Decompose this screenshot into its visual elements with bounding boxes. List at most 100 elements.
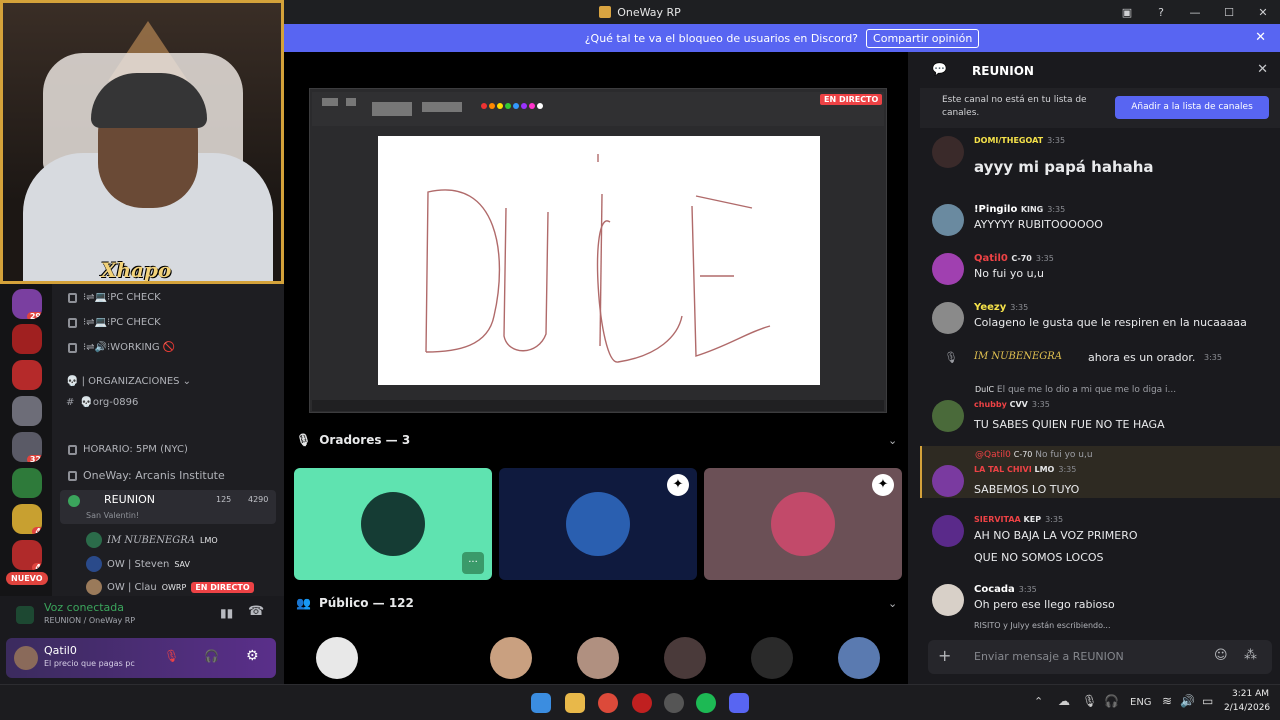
reply-preview[interactable]: @Qatil0 C-70 No fui yo u,u — [975, 450, 1093, 460]
audience-avatar[interactable] — [403, 637, 445, 679]
message-author[interactable]: Qatil0 C-70 3:35 — [974, 253, 1054, 264]
clock-time[interactable]: 3:21 AM — [1232, 689, 1269, 699]
add-attachment-icon[interactable]: + — [938, 646, 951, 665]
voice-user[interactable]: OW | Steven SAV — [86, 556, 190, 572]
headset-tray-icon[interactable]: 🎧 — [1104, 694, 1119, 708]
audience-avatar[interactable] — [664, 637, 706, 679]
share-feedback-button[interactable]: Compartir opinión — [866, 28, 980, 48]
avatar[interactable] — [932, 302, 964, 334]
banner-close-icon[interactable]: ✕ — [1255, 30, 1266, 45]
paint-canvas[interactable] — [378, 136, 820, 385]
file-explorer-icon[interactable] — [565, 693, 585, 713]
message-author[interactable]: LA TAL CHIVI LMO 3:35 — [974, 465, 1076, 474]
speakers-title: Oradores — 3 — [319, 433, 411, 447]
avatar — [86, 556, 102, 572]
reply-preview[interactable]: DulC El que me lo dio a mi que me lo dig… — [975, 385, 1176, 395]
cloud-icon[interactable]: ☁ — [1058, 694, 1070, 708]
settings-gear-icon[interactable]: ⚙ — [246, 648, 259, 664]
chevron-up-icon[interactable]: ⌃ — [1034, 695, 1043, 708]
system-user[interactable]: IM NUBENEGRA — [974, 351, 1062, 362]
channel-arcanis[interactable]: OneWay: Arcanis Institute — [68, 469, 225, 482]
category-organizaciones[interactable]: 💀 | ORGANIZACIONES ⌄ — [66, 376, 191, 387]
speaker-tile[interactable]: ··· — [294, 468, 492, 580]
chevron-down-icon[interactable]: ⌄ — [888, 597, 897, 610]
message-author[interactable]: chubby CVV 3:35 — [974, 400, 1050, 409]
speakers-header[interactable]: 🎙 Oradores — 3 — [296, 433, 410, 447]
help-icon[interactable]: ? — [1144, 6, 1178, 19]
server-icon[interactable]: 4 — [12, 504, 42, 534]
voice-user[interactable]: IM NUBENEGRA LMO — [86, 532, 218, 548]
chevron-down-icon[interactable]: ⌄ — [888, 434, 897, 447]
speaker-avatar — [771, 492, 835, 556]
soundboard-icon[interactable]: ▮▮ — [220, 606, 233, 620]
avatar[interactable] — [932, 204, 964, 236]
app-icon[interactable] — [632, 693, 652, 713]
message-author[interactable]: !Pingilo KING 3:35 — [974, 204, 1065, 215]
audience-avatar[interactable] — [751, 637, 793, 679]
inbox-icon[interactable]: ▣ — [1110, 6, 1144, 19]
disconnect-icon[interactable]: ☎ — [248, 604, 264, 619]
channel-working[interactable]: ⁝⇌🔊⁝WORKING 🚫 — [68, 342, 175, 353]
emoji-icon[interactable]: ☺ — [1214, 648, 1228, 663]
minimize-button[interactable]: — — [1178, 6, 1212, 19]
server-icon[interactable]: 32 — [12, 432, 42, 462]
message-author[interactable]: SIERVITAA KEP 3:35 — [974, 515, 1063, 524]
tile-more-button[interactable]: ··· — [462, 552, 484, 574]
channel-pc-check-2[interactable]: ⁝⇌💻⁝PC CHECK — [68, 317, 161, 328]
mic-icon[interactable]: 🎙 — [164, 649, 179, 663]
wifi-icon[interactable]: ≋ — [1162, 694, 1172, 708]
avatar[interactable] — [932, 465, 964, 497]
maximize-button[interactable]: ☐ — [1212, 6, 1246, 19]
server-badge: 4 — [32, 563, 42, 570]
speaker-icon — [68, 495, 80, 507]
audience-avatar[interactable] — [490, 637, 532, 679]
message-input[interactable]: Enviar mensaje a REUNION — [974, 650, 1124, 663]
audience-avatar[interactable] — [577, 637, 619, 679]
audience-avatar[interactable] — [838, 637, 880, 679]
message-text: QUE NO SOMOS LOCOS — [974, 551, 1104, 564]
channel-horario[interactable]: HORARIO: 5PM (NYC) — [68, 444, 188, 455]
channel-org[interactable]: # 💀org-0896 — [66, 397, 138, 408]
volume-icon[interactable]: 🔊 — [1180, 694, 1195, 708]
message-author[interactable]: Yeezy 3:35 — [974, 302, 1028, 313]
server-icon[interactable] — [12, 468, 42, 498]
chrome-icon[interactable] — [598, 693, 618, 713]
chat-close-icon[interactable]: ✕ — [1257, 62, 1268, 77]
avatar[interactable] — [932, 253, 964, 285]
discord-icon[interactable] — [729, 693, 749, 713]
avatar[interactable] — [932, 515, 964, 547]
language-indicator[interactable]: ENG — [1130, 697, 1152, 708]
server-icon[interactable]: 4 — [12, 540, 42, 570]
speaker-tile[interactable]: ✦ — [499, 468, 697, 580]
windows-start-icon[interactable] — [531, 693, 551, 713]
message-author[interactable]: DOMI/THEGOAT 3:35 — [974, 136, 1065, 145]
close-button[interactable]: ✕ — [1246, 6, 1280, 19]
clock-date[interactable]: 2/14/2026 — [1224, 703, 1270, 713]
speaker-tile[interactable]: ✦ — [704, 468, 902, 580]
audience-avatar[interactable] — [316, 637, 358, 679]
avatar[interactable] — [932, 400, 964, 432]
avatar[interactable] — [932, 584, 964, 616]
new-badge[interactable]: NUEVO — [6, 572, 48, 585]
audience-header[interactable]: 👥 Público — 122 — [296, 596, 414, 610]
headphones-icon[interactable]: 🎧 — [204, 649, 219, 663]
voice-user[interactable]: OW | Clau OWRP EN DIRECTO — [86, 579, 254, 595]
spotify-icon[interactable] — [696, 693, 716, 713]
channel-pc-check-1[interactable]: ⁝⇌💻⁝PC CHECK — [68, 292, 161, 303]
avatar[interactable] — [932, 136, 964, 168]
server-icon[interactable] — [12, 360, 42, 390]
channel-label: ⁝⇌🔊⁝WORKING 🚫 — [83, 342, 176, 353]
active-voice-channel[interactable]: REUNION 125 4290 San Valentin! — [60, 490, 276, 524]
server-icon[interactable]: 29 — [12, 289, 42, 319]
paint-live-badge: EN DIRECTO — [820, 94, 883, 105]
mic-tray-icon[interactable]: 🎙 — [1082, 694, 1097, 708]
apps-icon[interactable]: ⁂ — [1244, 648, 1257, 663]
obs-icon[interactable] — [664, 693, 684, 713]
user-avatar[interactable] — [14, 646, 38, 670]
server-icon[interactable] — [12, 324, 42, 354]
message-time: 3:35 — [1047, 205, 1066, 214]
add-channel-button[interactable]: Añadir a la lista de canales — [1115, 96, 1269, 119]
battery-icon[interactable]: ▭ — [1202, 694, 1213, 708]
message-author[interactable]: Cocada 3:35 — [974, 584, 1037, 595]
server-icon[interactable] — [12, 396, 42, 426]
